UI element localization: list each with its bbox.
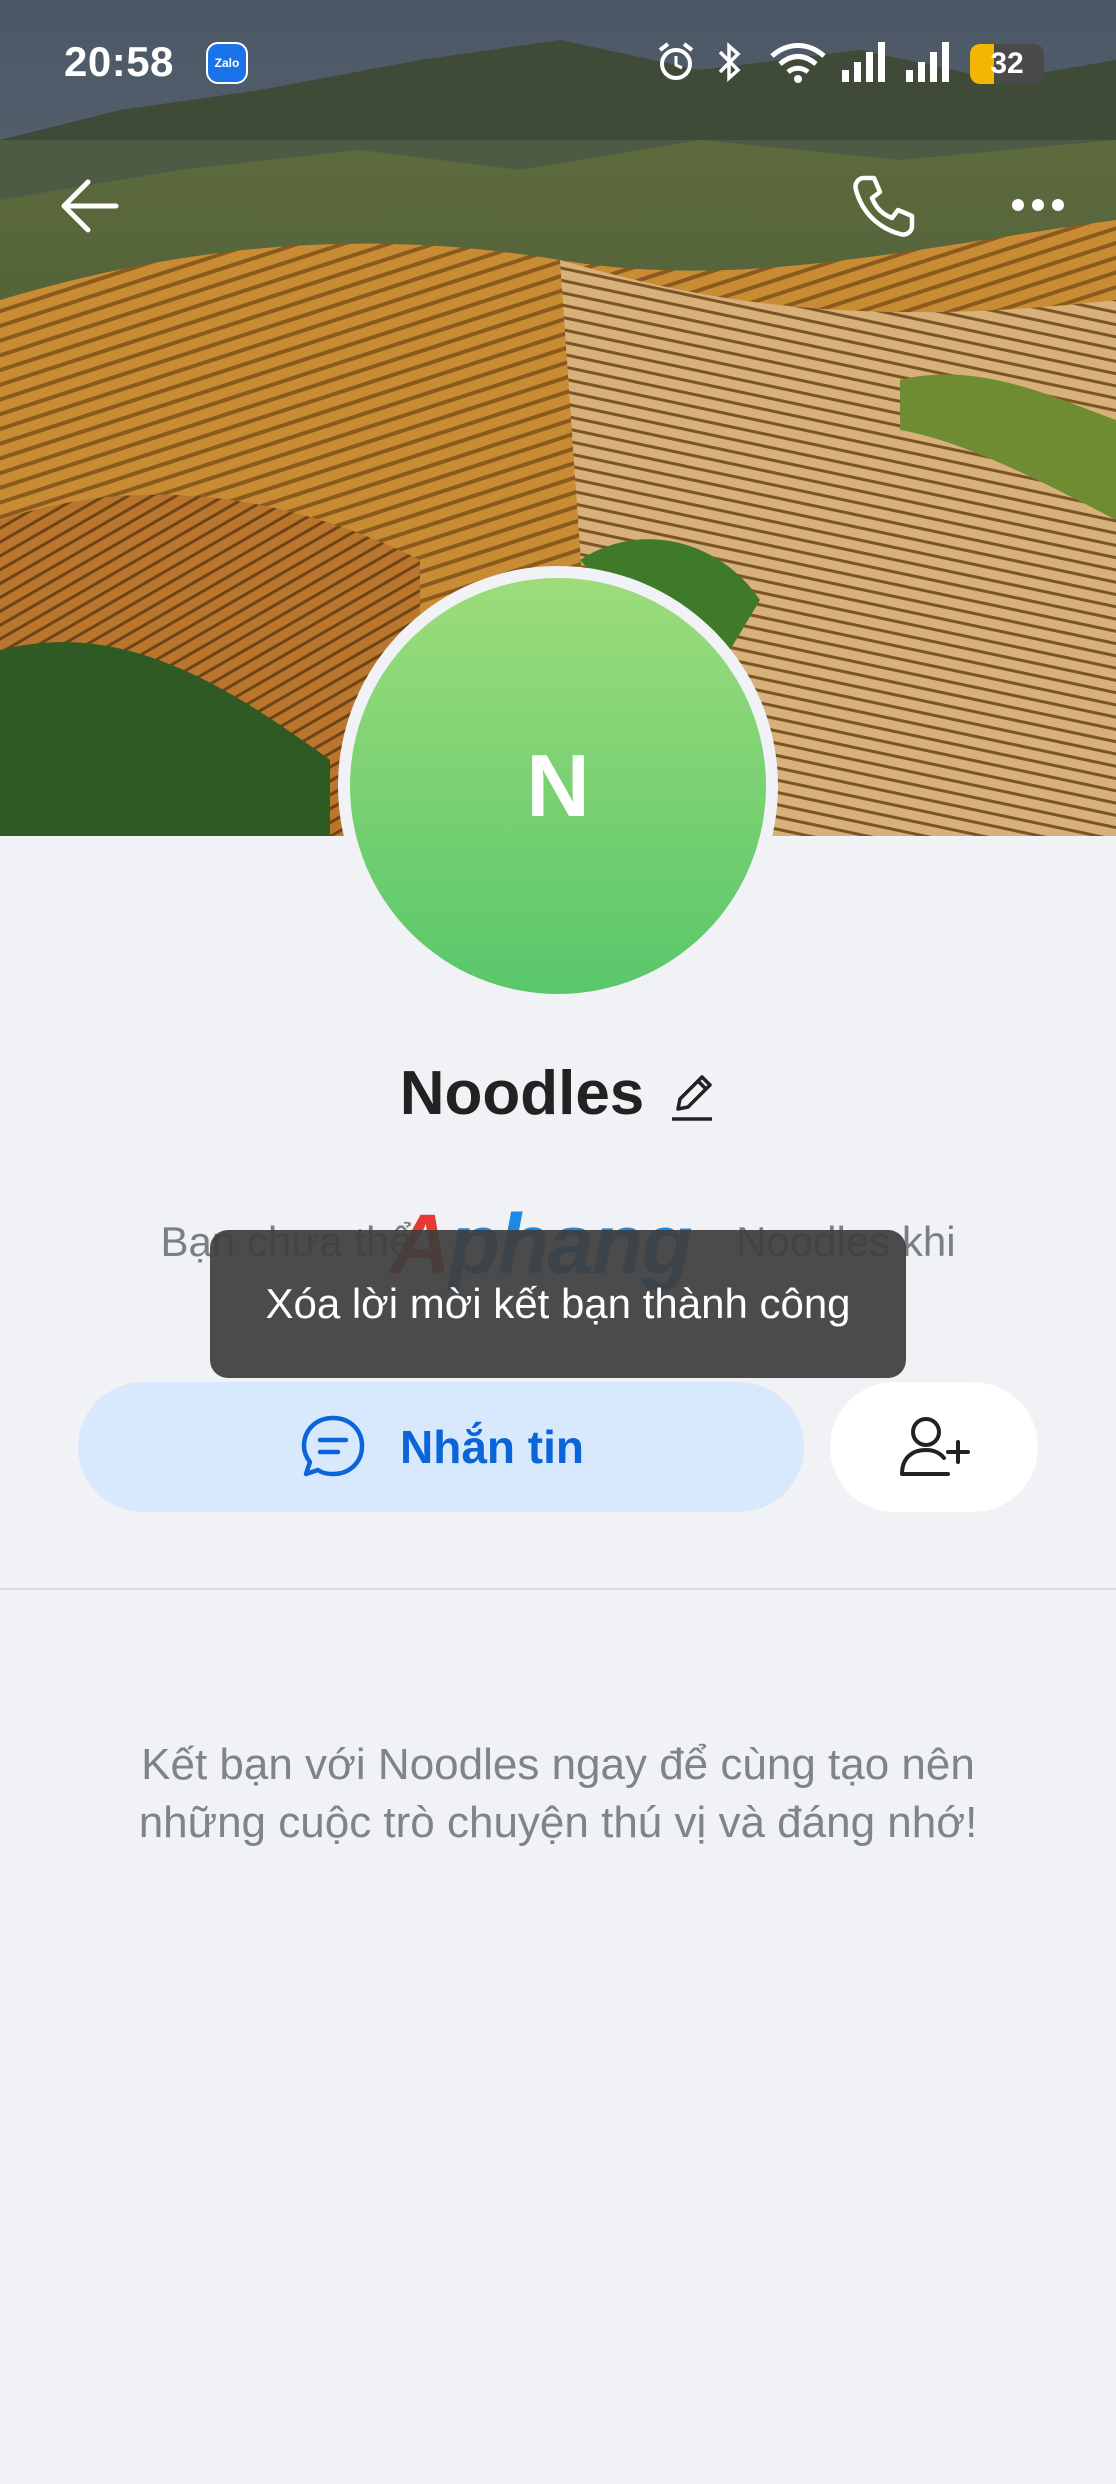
- more-options-button[interactable]: [1010, 190, 1066, 220]
- status-time: 20:58: [64, 38, 174, 85]
- bluetooth-icon: [718, 42, 741, 82]
- alarm-icon: [658, 42, 694, 80]
- chat-bubble-icon: [301, 1415, 365, 1477]
- user-plus-icon: [900, 1417, 970, 1476]
- zalo-badge-label: Zalo: [208, 44, 246, 82]
- add-friend-button[interactable]: [830, 1382, 1038, 1512]
- battery-indicator: 32: [970, 44, 1044, 84]
- edit-name-button[interactable]: [668, 1069, 716, 1125]
- send-message-label: Nhắn tin: [400, 1421, 584, 1473]
- zalo-notification-icon: Zalo: [206, 42, 248, 84]
- signal-icon-sim1: [842, 42, 885, 82]
- add-friend-suggestion-text: Kết bạn với Noodles ngay để cùng tạo nên…: [138, 1740, 978, 1847]
- section-divider: [0, 1588, 1116, 1590]
- profile-name: Noodles: [399, 1059, 645, 1128]
- status-bar: 20:58 Zalo 32: [0, 0, 1116, 130]
- profile-name-row: Noodles: [0, 1058, 1116, 1129]
- toast-message: Xóa lời mời kết bạn thành công: [210, 1230, 906, 1378]
- battery-level: 32: [990, 47, 1024, 80]
- signal-icon-sim2: [906, 42, 949, 82]
- send-message-button[interactable]: Nhắn tin: [78, 1382, 804, 1512]
- avatar[interactable]: N: [350, 578, 766, 994]
- wifi-icon: [770, 43, 826, 83]
- call-button[interactable]: [846, 170, 918, 242]
- back-button[interactable]: [58, 174, 122, 238]
